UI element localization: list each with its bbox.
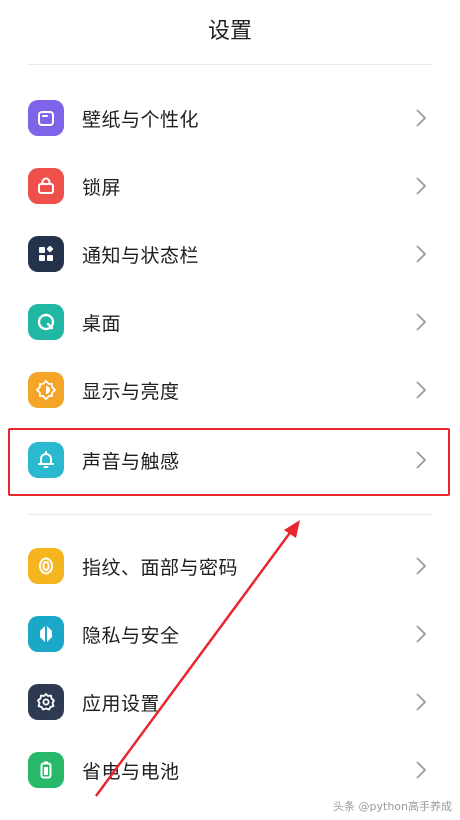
settings-item-lockscreen[interactable]: 锁屏 xyxy=(0,152,460,220)
settings-item-fingerprint[interactable]: 指纹、面部与密码 xyxy=(0,532,460,600)
chevron-right-icon xyxy=(416,109,427,127)
settings-item-label: 壁纸与个性化 xyxy=(82,108,200,131)
chevron-right-icon xyxy=(416,381,427,399)
privacy-icon xyxy=(28,616,64,652)
fingerprint-icon xyxy=(28,548,64,584)
app-header: 设置 xyxy=(0,0,460,56)
settings-item-label: 指纹、面部与密码 xyxy=(82,556,239,579)
chevron-right-icon xyxy=(416,693,427,711)
notification-icon xyxy=(28,236,64,272)
section-divider xyxy=(28,514,432,515)
desktop-icon xyxy=(28,304,64,340)
brightness-icon xyxy=(28,372,64,408)
settings-item-label: 隐私与安全 xyxy=(82,624,180,647)
chevron-right-icon xyxy=(416,761,427,779)
settings-item-display[interactable]: 显示与亮度 xyxy=(0,356,460,424)
settings-item-label: 桌面 xyxy=(82,312,122,335)
settings-item-apps[interactable]: 应用设置 xyxy=(0,668,460,736)
page-title: 设置 xyxy=(207,19,252,44)
settings-item-privacy[interactable]: 隐私与安全 xyxy=(0,600,460,668)
settings-item-desktop[interactable]: 桌面 xyxy=(0,288,460,356)
battery-icon xyxy=(28,752,64,788)
chevron-right-icon xyxy=(416,625,427,643)
chevron-right-icon xyxy=(416,177,427,195)
chevron-right-icon xyxy=(416,557,427,575)
wallpaper-icon xyxy=(28,100,64,136)
watermark: 头条 @python高手养成 xyxy=(333,800,452,813)
settings-item-label: 锁屏 xyxy=(82,176,122,199)
header-divider xyxy=(28,64,432,65)
settings-item-label: 显示与亮度 xyxy=(82,380,180,403)
chevron-right-icon xyxy=(416,245,427,263)
settings-item-battery[interactable]: 省电与电池 xyxy=(0,736,460,804)
settings-item-notifications[interactable]: 通知与状态栏 xyxy=(0,220,460,288)
settings-item-label: 应用设置 xyxy=(82,692,161,715)
lock-icon xyxy=(28,168,64,204)
settings-item-label: 省电与电池 xyxy=(82,760,180,783)
highlight-box xyxy=(8,428,450,496)
chevron-right-icon xyxy=(416,313,427,331)
gear-icon xyxy=(28,684,64,720)
settings-item-wallpaper[interactable]: 壁纸与个性化 xyxy=(0,84,460,152)
settings-item-label: 通知与状态栏 xyxy=(82,244,200,267)
